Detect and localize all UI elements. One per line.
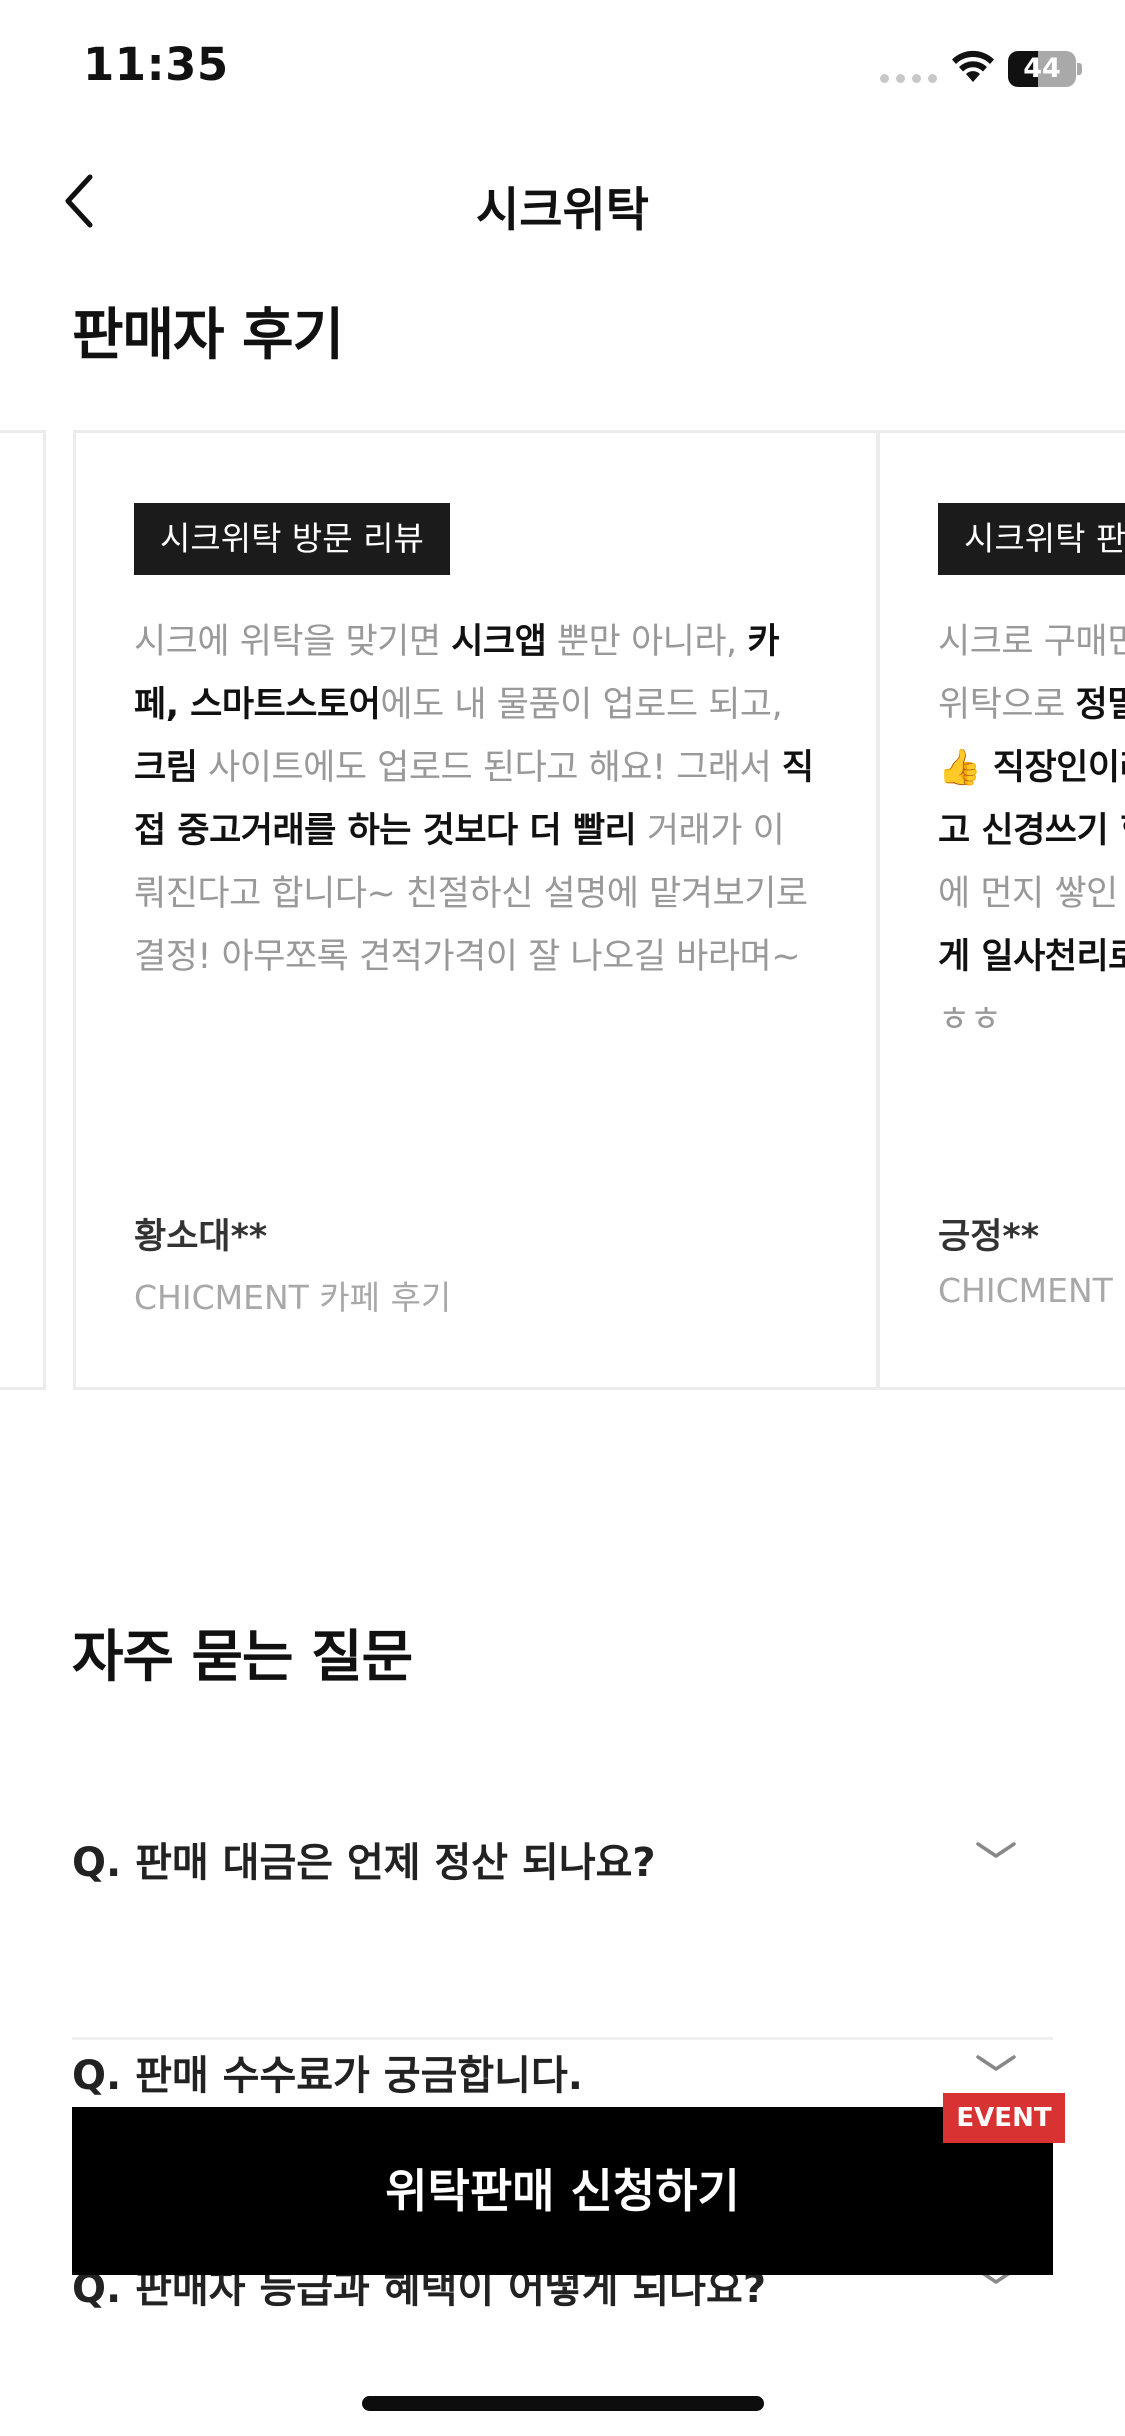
review-body: 시크로 구매민 위탁으로 정밀 👍 직장인이라 고 신경쓰기 힘 에 먼지 쌓인… xyxy=(938,611,1125,1052)
review-text-segment: 시크앱 xyxy=(451,622,547,662)
review-author: 긍정** xyxy=(938,1217,1040,1257)
wifi-icon xyxy=(952,50,994,82)
review-text-segment: 고 신경쓰기 힘 xyxy=(938,811,1125,851)
review-text-segment: 시크에 위탁을 맞기면 xyxy=(134,622,452,662)
faq-item[interactable]: Q. 판매 대금은 언제 정산 되나요? xyxy=(72,1830,1053,2040)
page: 11:35 44 시크위탁 판매자 후기 시크위탁 방문 리뷰 시크에 위탁을 … xyxy=(0,0,1125,2436)
review-text-segment: 크림 xyxy=(134,748,198,788)
review-card-next[interactable]: 시크위탁 판 시크로 구매민 위탁으로 정밀 👍 직장인이라 고 신경쓰기 힘 … xyxy=(877,430,1125,1390)
faq-question: Q. 판매 대금은 언제 정산 되나요? xyxy=(72,1840,656,1886)
review-text-segment: 위탁으로 xyxy=(938,685,1065,725)
review-body: 시크에 위탁을 맞기면 시크앱 뿐만 아니라, 카페, 스마트스토어에도 내 물… xyxy=(134,611,814,989)
review-text-segment: 게 일사천리로 xyxy=(938,937,1125,977)
review-text-segment: 에 먼지 쌓인 xyxy=(938,874,1118,914)
review-text-segment: 에도 내 물품이 업로드 되고, xyxy=(380,685,783,725)
review-text-segment: 사이트에도 업로드 된다고 해요! 그래서 xyxy=(197,748,782,788)
cellular-signal-icon xyxy=(880,74,937,83)
review-card[interactable]: 시크위탁 방문 리뷰 시크에 위탁을 맞기면 시크앱 뿐만 아니라, 카페, 스… xyxy=(73,430,879,1390)
review-author: 황소대** xyxy=(134,1217,268,1257)
faq-question: Q. 판매 수수료가 궁금합니다. xyxy=(72,2053,583,2099)
status-bar: 11:35 44 xyxy=(0,0,1125,135)
battery-icon: 44 xyxy=(1008,51,1082,87)
nav-bar: 시크위탁 xyxy=(0,135,1125,270)
chevron-down-icon xyxy=(976,2055,1016,2071)
status-time: 11:35 xyxy=(83,38,229,91)
review-text-segment: ㅎㅎ xyxy=(938,1000,1002,1040)
review-text-segment: 뿐만 아니라, xyxy=(546,622,748,662)
consign-apply-button[interactable]: 위탁판매 신청하기 xyxy=(72,2107,1053,2275)
review-card-prev[interactable] xyxy=(0,430,46,1390)
review-source: CHICMENT xyxy=(938,1271,1113,1310)
review-text-segment: 👍 직장인이라 xyxy=(938,748,1125,788)
reviews-carousel[interactable]: 시크위탁 방문 리뷰 시크에 위탁을 맞기면 시크앱 뿐만 아니라, 카페, 스… xyxy=(0,430,1125,1390)
review-source: CHICMENT 카페 후기 xyxy=(134,1278,452,1317)
review-text-segment: 정밀 xyxy=(1075,685,1125,725)
review-tag: 시크위탁 방문 리뷰 xyxy=(134,503,450,575)
nav-title: 시크위탁 xyxy=(476,183,649,238)
chevron-down-icon xyxy=(976,1842,1016,1858)
reviews-section-title: 판매자 후기 xyxy=(72,303,344,368)
review-tag: 시크위탁 판 xyxy=(938,503,1125,575)
home-indicator xyxy=(362,2396,764,2411)
faq-section-title: 자주 묻는 질문 xyxy=(72,1625,413,1690)
review-text-segment: 시크로 구매민 xyxy=(938,622,1125,662)
event-badge: EVENT xyxy=(943,2093,1065,2143)
battery-level: 44 xyxy=(1023,53,1061,84)
